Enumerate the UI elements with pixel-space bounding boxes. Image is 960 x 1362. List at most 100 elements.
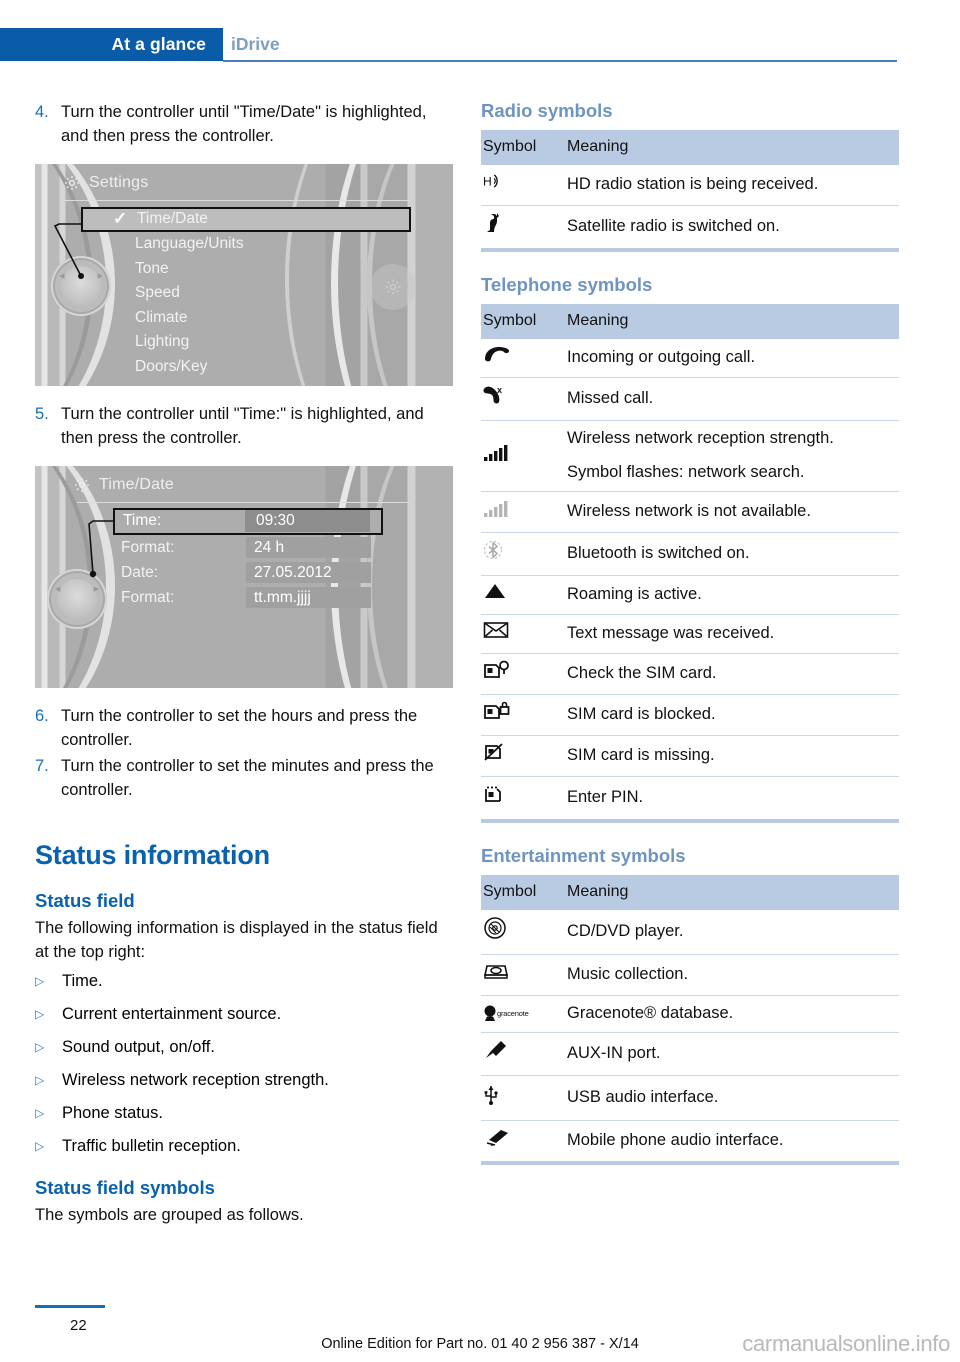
symbol-cell: H — [481, 165, 567, 206]
step-number: 6. — [35, 707, 49, 725]
step-text: Turn the controller until "Time:" is hig… — [61, 405, 424, 447]
idrive-menu-item[interactable]: Climate — [81, 306, 411, 331]
table-row: AUX-IN port. — [481, 1032, 899, 1077]
page-number: 22 — [70, 1317, 87, 1334]
signal-bars-icon — [483, 442, 511, 469]
idrive-settings-illustration: Settings ✓ Time/Date Language/Units Tone… — [35, 164, 453, 386]
table-row: Wireless network is not available. — [481, 491, 899, 533]
idrive-screen-title: Time/Date — [99, 476, 175, 493]
step-text: Turn the controller to set the minutes a… — [61, 757, 434, 799]
secondary-knob — [370, 264, 416, 310]
meaning-cell: Mobile phone audio interface. — [567, 1131, 784, 1150]
meaning-cell: AUX-IN port. — [567, 1032, 899, 1077]
table-header-row: Symbol Meaning — [481, 875, 899, 910]
table-row: gracenote Gracenote® database. — [481, 995, 899, 1034]
table-row: SIM card is blocked. — [481, 694, 899, 736]
bullet-triangle-icon: ▷ — [35, 1139, 45, 1153]
idrive-menu-item-label: Doors/Key — [135, 357, 208, 375]
radio-symbols-table: Symbol Meaning H HD radio station is bei… — [481, 130, 899, 248]
step-text: Turn the controller to set the hours and… — [61, 707, 418, 749]
meaning-cell: USB audio interface. — [567, 1075, 899, 1122]
sim-missing-icon — [483, 742, 509, 769]
column-header-symbol: Symbol — [481, 304, 567, 339]
meaning-cell: Text message was received. — [567, 614, 899, 654]
idrive-timedate-illustration: Time/Date Time: 09:30 Format: 24 h Date:… — [35, 466, 453, 688]
idrive-field-value: tt.mm.jjjj — [254, 589, 311, 606]
watermark: carmanualsonline.info — [742, 1331, 950, 1356]
status-field-intro: The following information is displayed i… — [35, 919, 438, 961]
list-item-label: Time. — [62, 972, 103, 990]
tab-idrive[interactable]: iDrive — [231, 28, 280, 61]
meaning-cell: Incoming or outgoing call. — [567, 339, 899, 378]
controller-knob[interactable]: ◂ ▸ — [47, 569, 107, 629]
idrive-field-row[interactable]: Format: tt.mm.jjjj — [113, 585, 383, 610]
symbol-cell — [481, 910, 567, 955]
gracenote-wordmark: gracenote — [497, 1009, 529, 1019]
meaning-cell: Missed call. — [567, 377, 899, 421]
meaning-line-1: Wireless network reception strength. — [567, 429, 834, 447]
table-row: Mobile phone audio interface. — [481, 1121, 899, 1162]
symbol-cell: x — [481, 377, 567, 421]
footer-rule — [35, 1305, 105, 1308]
arrow-right-icon: ▸ — [93, 583, 99, 595]
header-divider — [223, 60, 897, 62]
bullet-triangle-icon: ▷ — [35, 1073, 45, 1087]
idrive-menu-item-label: Speed — [135, 284, 180, 302]
idrive-menu-item[interactable]: Tone — [81, 257, 411, 282]
sim-check-icon — [483, 660, 511, 687]
symbol-cell — [481, 735, 567, 777]
gracenote-icon: gracenote — [483, 1002, 529, 1025]
bullet-triangle-icon: ▷ — [35, 1040, 45, 1054]
symbol-cell — [481, 420, 567, 492]
envelope-icon — [483, 621, 509, 646]
table-header-row: Symbol Meaning — [481, 304, 899, 339]
heading-telephone-symbols: Telephone symbols — [481, 274, 653, 295]
idrive-menu-item-label: Climate — [135, 308, 188, 326]
bullet-triangle-icon: ▷ — [35, 1106, 45, 1120]
step-item: 4. Turn the controller until "Time/Date"… — [35, 100, 453, 148]
idrive-menu-item-label: Lighting — [135, 333, 190, 351]
list-item: ▷ Wireless network reception strength. — [35, 1068, 453, 1092]
idrive-field-row[interactable]: Time: 09:30 — [113, 508, 383, 535]
symbol-cell — [481, 694, 567, 736]
idrive-field-row[interactable]: Format: 24 h — [113, 535, 383, 560]
column-header-meaning: Meaning — [567, 304, 899, 339]
idrive-field-value: 24 h — [254, 539, 285, 556]
table-row: CD/DVD player. — [481, 910, 899, 955]
satellite-radio-icon — [483, 212, 505, 241]
idrive-menu-item[interactable]: ✓ Time/Date — [81, 207, 411, 232]
idrive-field-label: Date: — [121, 564, 159, 581]
idrive-screen-title: Settings — [89, 174, 149, 191]
symbol-cell — [481, 1121, 567, 1162]
column-header-symbol: Symbol — [481, 130, 567, 165]
idrive-title-divider — [77, 502, 410, 503]
meaning-cell: Wireless network is not available. — [567, 491, 899, 533]
list-item-label: Sound output, on/off. — [62, 1038, 215, 1056]
idrive-menu-item[interactable]: Doors/Key — [81, 355, 411, 380]
idrive-field-label: Format: — [121, 589, 175, 606]
tab-at-a-glance[interactable]: At a glance — [0, 28, 223, 61]
enter-pin-icon — [483, 783, 509, 812]
idrive-menu-item[interactable]: Lighting — [81, 330, 411, 355]
status-field-bullet-list: ▷ Time. ▷ Current entertainment source. … — [35, 969, 453, 1158]
checkmark-icon: ✓ — [113, 209, 128, 228]
meaning-cell: Bluetooth is switched on. — [567, 532, 899, 576]
meaning-cell: SIM card is missing. — [567, 735, 899, 777]
list-item-label: Wireless network reception strength. — [62, 1071, 329, 1089]
bullet-triangle-icon: ▷ — [35, 974, 45, 988]
controller-knob[interactable]: ◂ ▸ — [51, 256, 111, 316]
gear-icon — [63, 174, 81, 192]
page-header: At a glance iDrive — [0, 28, 960, 62]
table-row: Text message was received. — [481, 614, 899, 654]
gear-icon — [73, 476, 91, 494]
idrive-menu-item[interactable]: Language/Units — [81, 232, 411, 257]
idrive-field-row[interactable]: Date: 27.05.2012 — [113, 560, 383, 585]
list-item: ▷ Sound output, on/off. — [35, 1035, 453, 1059]
right-column: Radio symbols Symbol Meaning H HD radio … — [481, 100, 899, 1166]
aux-in-icon — [483, 1039, 509, 1068]
idrive-menu-item[interactable]: Speed — [81, 281, 411, 306]
meaning-cell: Check the SIM card. — [567, 653, 899, 695]
idrive-field-value: 27.05.2012 — [254, 564, 332, 581]
meaning-cell: Enter PIN. — [567, 788, 644, 806]
column-header-meaning: Meaning — [567, 875, 899, 910]
